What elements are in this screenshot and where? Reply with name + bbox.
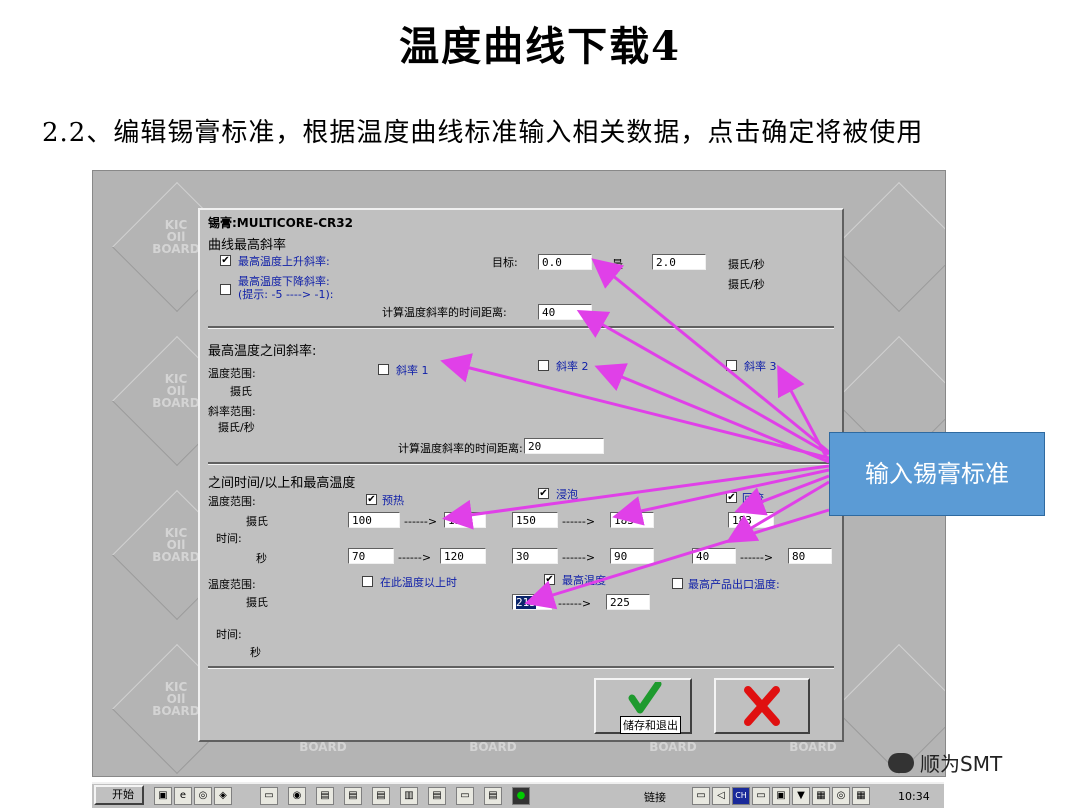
speaker-icon[interactable]: ◁ (712, 787, 730, 805)
arrow-line (725, 480, 830, 544)
folder-icon[interactable]: ▭ (260, 787, 278, 805)
app-icon[interactable]: ◉ (288, 787, 306, 805)
wechat-icon (888, 752, 914, 773)
shield-icon[interactable]: ▼ (792, 787, 810, 805)
callout-box: 输入锡膏标准 (829, 432, 1045, 516)
arrow-line (612, 468, 830, 526)
app-icon[interactable]: ▤ (428, 787, 446, 805)
arrow-line (594, 363, 830, 464)
folder-icon[interactable]: ▭ (456, 787, 474, 805)
language-indicator[interactable]: CH (732, 787, 750, 805)
ie-icon[interactable]: e (174, 787, 192, 805)
arrow-line (591, 258, 830, 454)
app-icon[interactable]: ▤ (372, 787, 390, 805)
quicklaunch-icon[interactable]: ◎ (194, 787, 212, 805)
app-icon[interactable]: ▤ (316, 787, 334, 805)
start-button[interactable]: 开始 (94, 785, 144, 805)
annotation-arrows (440, 258, 831, 610)
arrow-line (524, 508, 830, 610)
tray-icon[interactable]: ▦ (812, 787, 830, 805)
quicklaunch-icon[interactable]: ▣ (154, 787, 172, 805)
tray-icon[interactable]: ▭ (692, 787, 710, 805)
app-icon[interactable]: ▥ (400, 787, 418, 805)
taskbar: 开始 ▣ e ◎ ◈ ▭ ◉ ▤ ▤ ▤ ▥ ▤ ▭ ▤ ● 链接 ▭ ◁ CH… (92, 782, 944, 808)
arrow-line (576, 310, 830, 456)
traffic-light-icon[interactable]: ● (512, 787, 530, 805)
tray-icon[interactable]: ▭ (752, 787, 770, 805)
clock: 10:34 (898, 790, 930, 803)
tray-icon[interactable]: ▣ (772, 787, 790, 805)
app-icon[interactable]: ▤ (484, 787, 502, 805)
quicklaunch-icon[interactable]: ◈ (214, 787, 232, 805)
watermark: 顺为SMT (888, 748, 1002, 777)
app-icon[interactable]: ▤ (344, 787, 362, 805)
arrow-line (440, 353, 830, 460)
tray-icon[interactable]: ◎ (832, 787, 850, 805)
links-label[interactable]: 链接 (644, 789, 666, 805)
tray-icon[interactable]: ▦ (852, 787, 870, 805)
